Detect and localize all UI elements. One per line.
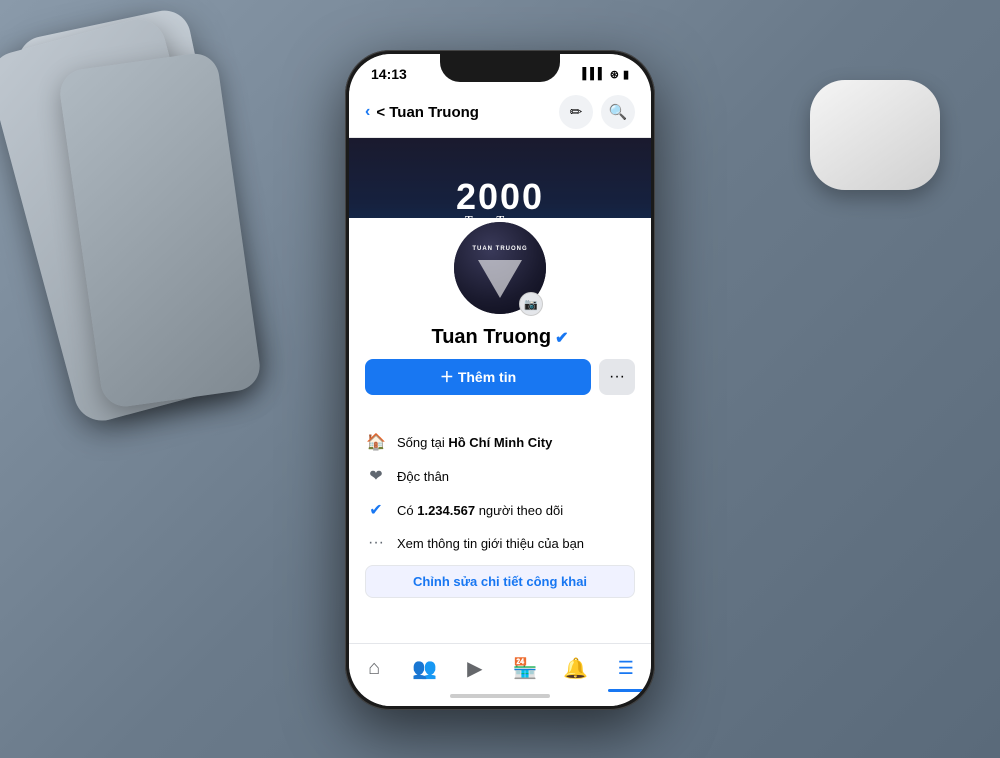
nav-item-home[interactable]: ⌂ xyxy=(356,654,392,682)
back-arrow-icon: ‹ xyxy=(365,103,370,121)
nav-item-notifications[interactable]: 🔔 xyxy=(557,654,593,682)
status-icons: ▌▌▌ ⊛ ▮ xyxy=(582,68,629,81)
nav-item-marketplace[interactable]: 🏪 xyxy=(507,654,543,682)
phone-notch xyxy=(440,54,560,82)
check-icon: ✔ xyxy=(365,500,387,520)
avatar-triangle xyxy=(478,260,522,298)
avatar-camera-button[interactable]: 📷 xyxy=(519,292,543,316)
nav-title: < Tuan Truong xyxy=(376,104,479,121)
nav-item-menu[interactable]: ☰ xyxy=(608,654,644,682)
signal-icon: ▌▌▌ xyxy=(582,68,605,80)
cover-number: 2000 xyxy=(456,176,544,218)
edit-button[interactable]: ✏ xyxy=(559,95,593,129)
info-item-about: ··· Xem thông tin giới thiệu của bạn xyxy=(365,527,635,559)
plus-icon: ＋ xyxy=(440,367,454,387)
avatar-container: TUAN TRUONG 📷 xyxy=(365,218,635,318)
phone-device: 14:13 ▌▌▌ ⊛ ▮ ‹ < Tuan Truong xyxy=(345,50,655,710)
edit-icon: ✏ xyxy=(570,103,583,121)
store-nav-icon: 🏪 xyxy=(513,656,538,681)
nav-actions: ✏ 🔍 xyxy=(559,95,635,129)
video-nav-icon: ▶ xyxy=(467,656,482,681)
info-item-followers: ✔ Có 1.234.567 người theo dõi xyxy=(365,493,635,527)
profile-name: Tuan Truong ✔ xyxy=(365,326,635,349)
phone-screen: 14:13 ▌▌▌ ⊛ ▮ ‹ < Tuan Truong xyxy=(349,54,651,706)
info-section: 🏠 Sống tại Hồ Chí Minh City ❤ Độc thân ✔… xyxy=(349,421,651,606)
status-time: 14:13 xyxy=(371,66,407,82)
verified-badge-icon: ✔ xyxy=(555,328,568,348)
profile-name-text: Tuan Truong xyxy=(431,326,551,349)
avatar-label: TUAN TRUONG xyxy=(472,246,527,252)
search-icon: 🔍 xyxy=(609,103,628,121)
add-info-label: Thêm tin xyxy=(458,369,516,385)
dots-icon: ··· xyxy=(365,534,387,552)
heart-icon: ❤ xyxy=(365,466,387,486)
menu-nav-icon: ☰ xyxy=(618,658,634,679)
scene: 🍎 14:13 ▌▌▌ ⊛ ▮ ‹ xyxy=(0,0,1000,758)
more-icon: ··· xyxy=(609,368,625,386)
nav-item-video[interactable]: ▶ xyxy=(457,654,493,682)
home-icon: 🏠 xyxy=(365,432,387,452)
home-nav-icon: ⌂ xyxy=(368,657,380,680)
info-location-text: Sống tại Hồ Chí Minh City xyxy=(397,435,552,450)
info-item-location: 🏠 Sống tại Hồ Chí Minh City xyxy=(365,425,635,459)
info-followers-text: Có 1.234.567 người theo dõi xyxy=(397,503,563,518)
battery-icon: ▮ xyxy=(623,68,629,81)
wifi-icon: ⊛ xyxy=(610,68,619,81)
nav-item-friends[interactable]: 👥 xyxy=(406,654,442,682)
edit-public-button[interactable]: Chỉnh sửa chi tiết công khai xyxy=(365,565,635,598)
avatar-camera-icon: 📷 xyxy=(524,298,538,311)
home-indicator xyxy=(450,694,550,698)
bell-nav-icon: 🔔 xyxy=(563,656,588,681)
action-row: ＋ Thêm tin ··· xyxy=(365,359,635,395)
add-info-button[interactable]: ＋ Thêm tin xyxy=(365,359,591,395)
nav-bar: ‹ < Tuan Truong ✏ 🔍 xyxy=(349,87,651,138)
search-button[interactable]: 🔍 xyxy=(601,95,635,129)
info-about-text: Xem thông tin giới thiệu của bạn xyxy=(397,536,584,551)
phone-body: 14:13 ▌▌▌ ⊛ ▮ ‹ < Tuan Truong xyxy=(345,50,655,710)
info-item-relationship: ❤ Độc thân xyxy=(365,459,635,493)
airpods-case xyxy=(810,80,940,190)
nav-back[interactable]: ‹ < Tuan Truong xyxy=(365,103,479,121)
more-button[interactable]: ··· xyxy=(599,359,635,395)
profile-section: TUAN TRUONG 📷 Tuan Truong ✔ xyxy=(349,218,651,421)
friends-nav-icon: 👥 xyxy=(412,656,437,681)
info-relationship-text: Độc thân xyxy=(397,469,449,484)
